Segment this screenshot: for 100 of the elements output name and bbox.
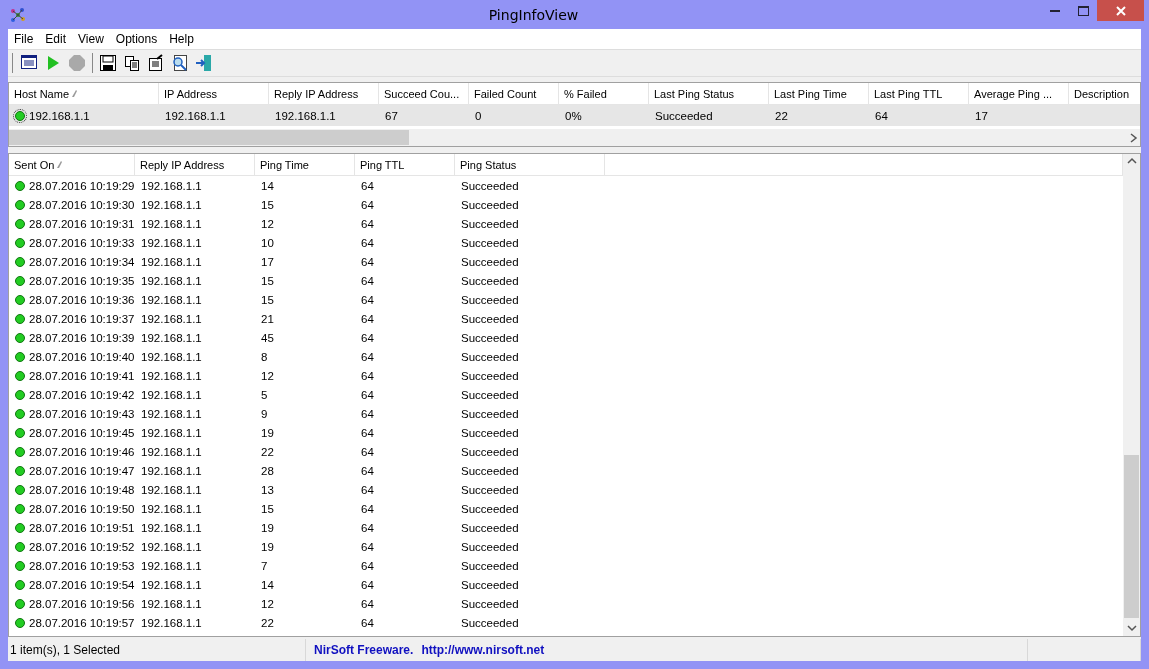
table-cell-text: 64 xyxy=(360,502,375,515)
table-row[interactable]: 28.07.2016 10:19:45 192.168.1.1 19 64 Succeeded xyxy=(9,423,1123,442)
table-row[interactable]: 28.07.2016 10:19:41 192.168.1.1 12 64 Succeeded xyxy=(9,366,1123,385)
table-row[interactable]: 28.07.2016 10:19:43 192.168.1.1 9 64 Succeeded xyxy=(9,404,1123,423)
table-cell-text: 22 xyxy=(774,109,789,122)
table-cell-text: 192.168.1.1 xyxy=(140,255,203,268)
table-cell: 28.07.2016 10:19:31 xyxy=(29,217,135,230)
column-header[interactable]: Reply IP Address xyxy=(269,83,379,104)
toolbar-button[interactable] xyxy=(97,52,119,74)
vertical-scrollbar[interactable] xyxy=(1123,154,1140,636)
table-cell-text: 192.168.1.1 xyxy=(140,464,203,477)
search-icon xyxy=(171,54,189,72)
table-cell-text: 64 xyxy=(360,578,375,591)
table-cell-text: 7 xyxy=(260,559,269,572)
table-row[interactable]: 28.07.2016 10:19:57 192.168.1.1 22 64 Succeeded xyxy=(9,613,1123,632)
table-cell-text: 15 xyxy=(260,274,275,287)
table-cell-text: 64 xyxy=(874,109,889,122)
table-cell-text: 192.168.1.1 xyxy=(140,483,203,496)
table-row[interactable]: 28.07.2016 10:19:48 192.168.1.1 13 64 Succeeded xyxy=(9,480,1123,499)
table-cell-text: 19 xyxy=(260,426,275,439)
table-cell-text: 64 xyxy=(360,616,375,629)
window-title: PingInfoView xyxy=(487,6,580,23)
table-row[interactable]: 28.07.2016 10:19:40 192.168.1.1 8 64 Succeeded xyxy=(9,347,1123,366)
column-header[interactable]: Ping TTL xyxy=(355,154,455,175)
table-row[interactable]: 28.07.2016 10:19:39 192.168.1.1 45 64 Succeeded xyxy=(9,328,1123,347)
table-row[interactable]: 28.07.2016 10:19:42 192.168.1.1 5 64 Succeeded xyxy=(9,385,1123,404)
table-cell: 28.07.2016 10:19:42 xyxy=(29,388,135,401)
table-cell: 28.07.2016 10:19:34 xyxy=(29,255,135,268)
table-cell-text: 192.168.1.1 xyxy=(140,236,203,249)
table-cell-text: 21 xyxy=(260,312,275,325)
menu-item[interactable]: Help xyxy=(163,32,200,46)
column-header[interactable]: Ping Status xyxy=(455,154,605,175)
table-cell-text: 64 xyxy=(360,597,375,610)
column-header[interactable]: Last Ping Time xyxy=(769,83,869,104)
menu-item[interactable]: Options xyxy=(109,32,164,46)
column-header[interactable]: Host Name xyxy=(9,83,159,104)
table-row[interactable]: 192.168.1.1 192.168.1.1 192.168.1.1 67 0 0% Succeeded 22 64 17 xyxy=(9,105,1140,126)
table-cell-text: Succeeded xyxy=(460,502,520,515)
table-row[interactable]: 28.07.2016 10:19:29 192.168.1.1 14 64 Succeeded xyxy=(9,176,1123,195)
table-row[interactable]: 28.07.2016 10:19:30 192.168.1.1 15 64 Succeeded xyxy=(9,195,1123,214)
table-cell: 28.07.2016 10:19:40 xyxy=(29,350,135,363)
table-cell-text: 64 xyxy=(360,559,375,572)
table-row[interactable]: 28.07.2016 10:19:36 192.168.1.1 15 64 Succeeded xyxy=(9,290,1123,309)
table-cell-text: Succeeded xyxy=(654,109,714,122)
column-header[interactable]: Sent On xyxy=(9,154,135,175)
table-cell-text: 9 xyxy=(260,407,269,420)
table-cell-text: 192.168.1.1 xyxy=(140,179,203,192)
table-cell-text: 192.168.1.1 xyxy=(164,109,227,122)
credit-text: NirSoft Freeware. xyxy=(314,643,414,657)
table-cell-text: Succeeded xyxy=(460,388,520,401)
column-header[interactable]: Last Ping Status xyxy=(649,83,769,104)
column-header[interactable]: % Failed xyxy=(559,83,649,104)
table-cell-text: Succeeded xyxy=(460,426,520,439)
table-cell-text: 192.168.1.1 xyxy=(140,331,203,344)
column-header[interactable]: Description xyxy=(1069,83,1140,104)
table-cell-text: Succeeded xyxy=(460,540,520,553)
horizontal-scrollbar[interactable] xyxy=(9,129,1140,146)
table-row[interactable]: 28.07.2016 10:19:54 192.168.1.1 14 64 Succeeded xyxy=(9,575,1123,594)
website-link[interactable]: http://www.nirsoft.net xyxy=(421,643,545,657)
minimize-icon xyxy=(1050,9,1060,12)
close-icon xyxy=(1115,5,1126,16)
table-cell-text: 64 xyxy=(360,388,375,401)
column-header[interactable]: Succeed Cou... xyxy=(379,83,469,104)
table-cell-text: Succeeded xyxy=(460,331,520,344)
table-cell-text: 0% xyxy=(564,109,583,122)
table-cell-text: 22 xyxy=(260,445,275,458)
column-header[interactable]: Reply IP Address xyxy=(135,154,255,175)
table-row[interactable]: 28.07.2016 10:19:50 192.168.1.1 15 64 Succeeded xyxy=(9,499,1123,518)
close-button[interactable] xyxy=(1097,0,1144,21)
table-row[interactable]: 28.07.2016 10:19:46 192.168.1.1 22 64 Succeeded xyxy=(9,442,1123,461)
table-cell-text: 192.168.1.1 xyxy=(140,350,203,363)
table-cell: 28.07.2016 10:19:37 xyxy=(29,312,135,325)
table-cell-text: Succeeded xyxy=(460,274,520,287)
table-row[interactable]: 28.07.2016 10:19:47 192.168.1.1 28 64 Succeeded xyxy=(9,461,1123,480)
table-row[interactable]: 28.07.2016 10:19:35 192.168.1.1 15 64 Succeeded xyxy=(9,271,1123,290)
table-row[interactable]: 28.07.2016 10:19:34 192.168.1.1 17 64 Succeeded xyxy=(9,252,1123,271)
table-cell: 28.07.2016 10:19:45 xyxy=(29,426,135,439)
table-row[interactable]: 28.07.2016 10:19:53 192.168.1.1 7 64 Succeeded xyxy=(9,556,1123,575)
table-cell-text: 192.168.1.1 xyxy=(140,369,203,382)
table-row[interactable]: 28.07.2016 10:19:37 192.168.1.1 21 64 Succeeded xyxy=(9,309,1123,328)
menu-item[interactable]: View xyxy=(72,32,110,46)
table-row[interactable]: 28.07.2016 10:19:56 192.168.1.1 12 64 Succeeded xyxy=(9,594,1123,613)
column-header[interactable]: IP Address xyxy=(159,83,269,104)
table-cell: 28.07.2016 10:19:46 xyxy=(29,445,135,458)
table-row[interactable]: 28.07.2016 10:19:33 192.168.1.1 10 64 Succeeded xyxy=(9,233,1123,252)
table-row[interactable]: 28.07.2016 10:19:52 192.168.1.1 19 64 Succeeded xyxy=(9,537,1123,556)
column-header[interactable]: Average Ping ... xyxy=(969,83,1069,104)
column-header[interactable]: Ping Time xyxy=(255,154,355,175)
table-row[interactable]: 28.07.2016 10:19:31 192.168.1.1 12 64 Succeeded xyxy=(9,214,1123,233)
menu-item[interactable]: File xyxy=(8,32,40,46)
table-cell-text: Succeeded xyxy=(460,559,520,572)
column-header[interactable]: Last Ping TTL xyxy=(869,83,969,104)
table-cell-text: 192.168.1.1 xyxy=(140,578,203,591)
table-cell: 28.07.2016 10:19:48 xyxy=(29,483,135,496)
column-header[interactable]: Failed Count xyxy=(469,83,559,104)
table-cell-text: 15 xyxy=(260,198,275,211)
table-cell-text: 192.168.1.1 xyxy=(140,217,203,230)
table-cell-text: 192.168.1.1 xyxy=(140,312,203,325)
table-row[interactable]: 28.07.2016 10:19:51 192.168.1.1 19 64 Succeeded xyxy=(9,518,1123,537)
menu-item[interactable]: Edit xyxy=(39,32,73,46)
